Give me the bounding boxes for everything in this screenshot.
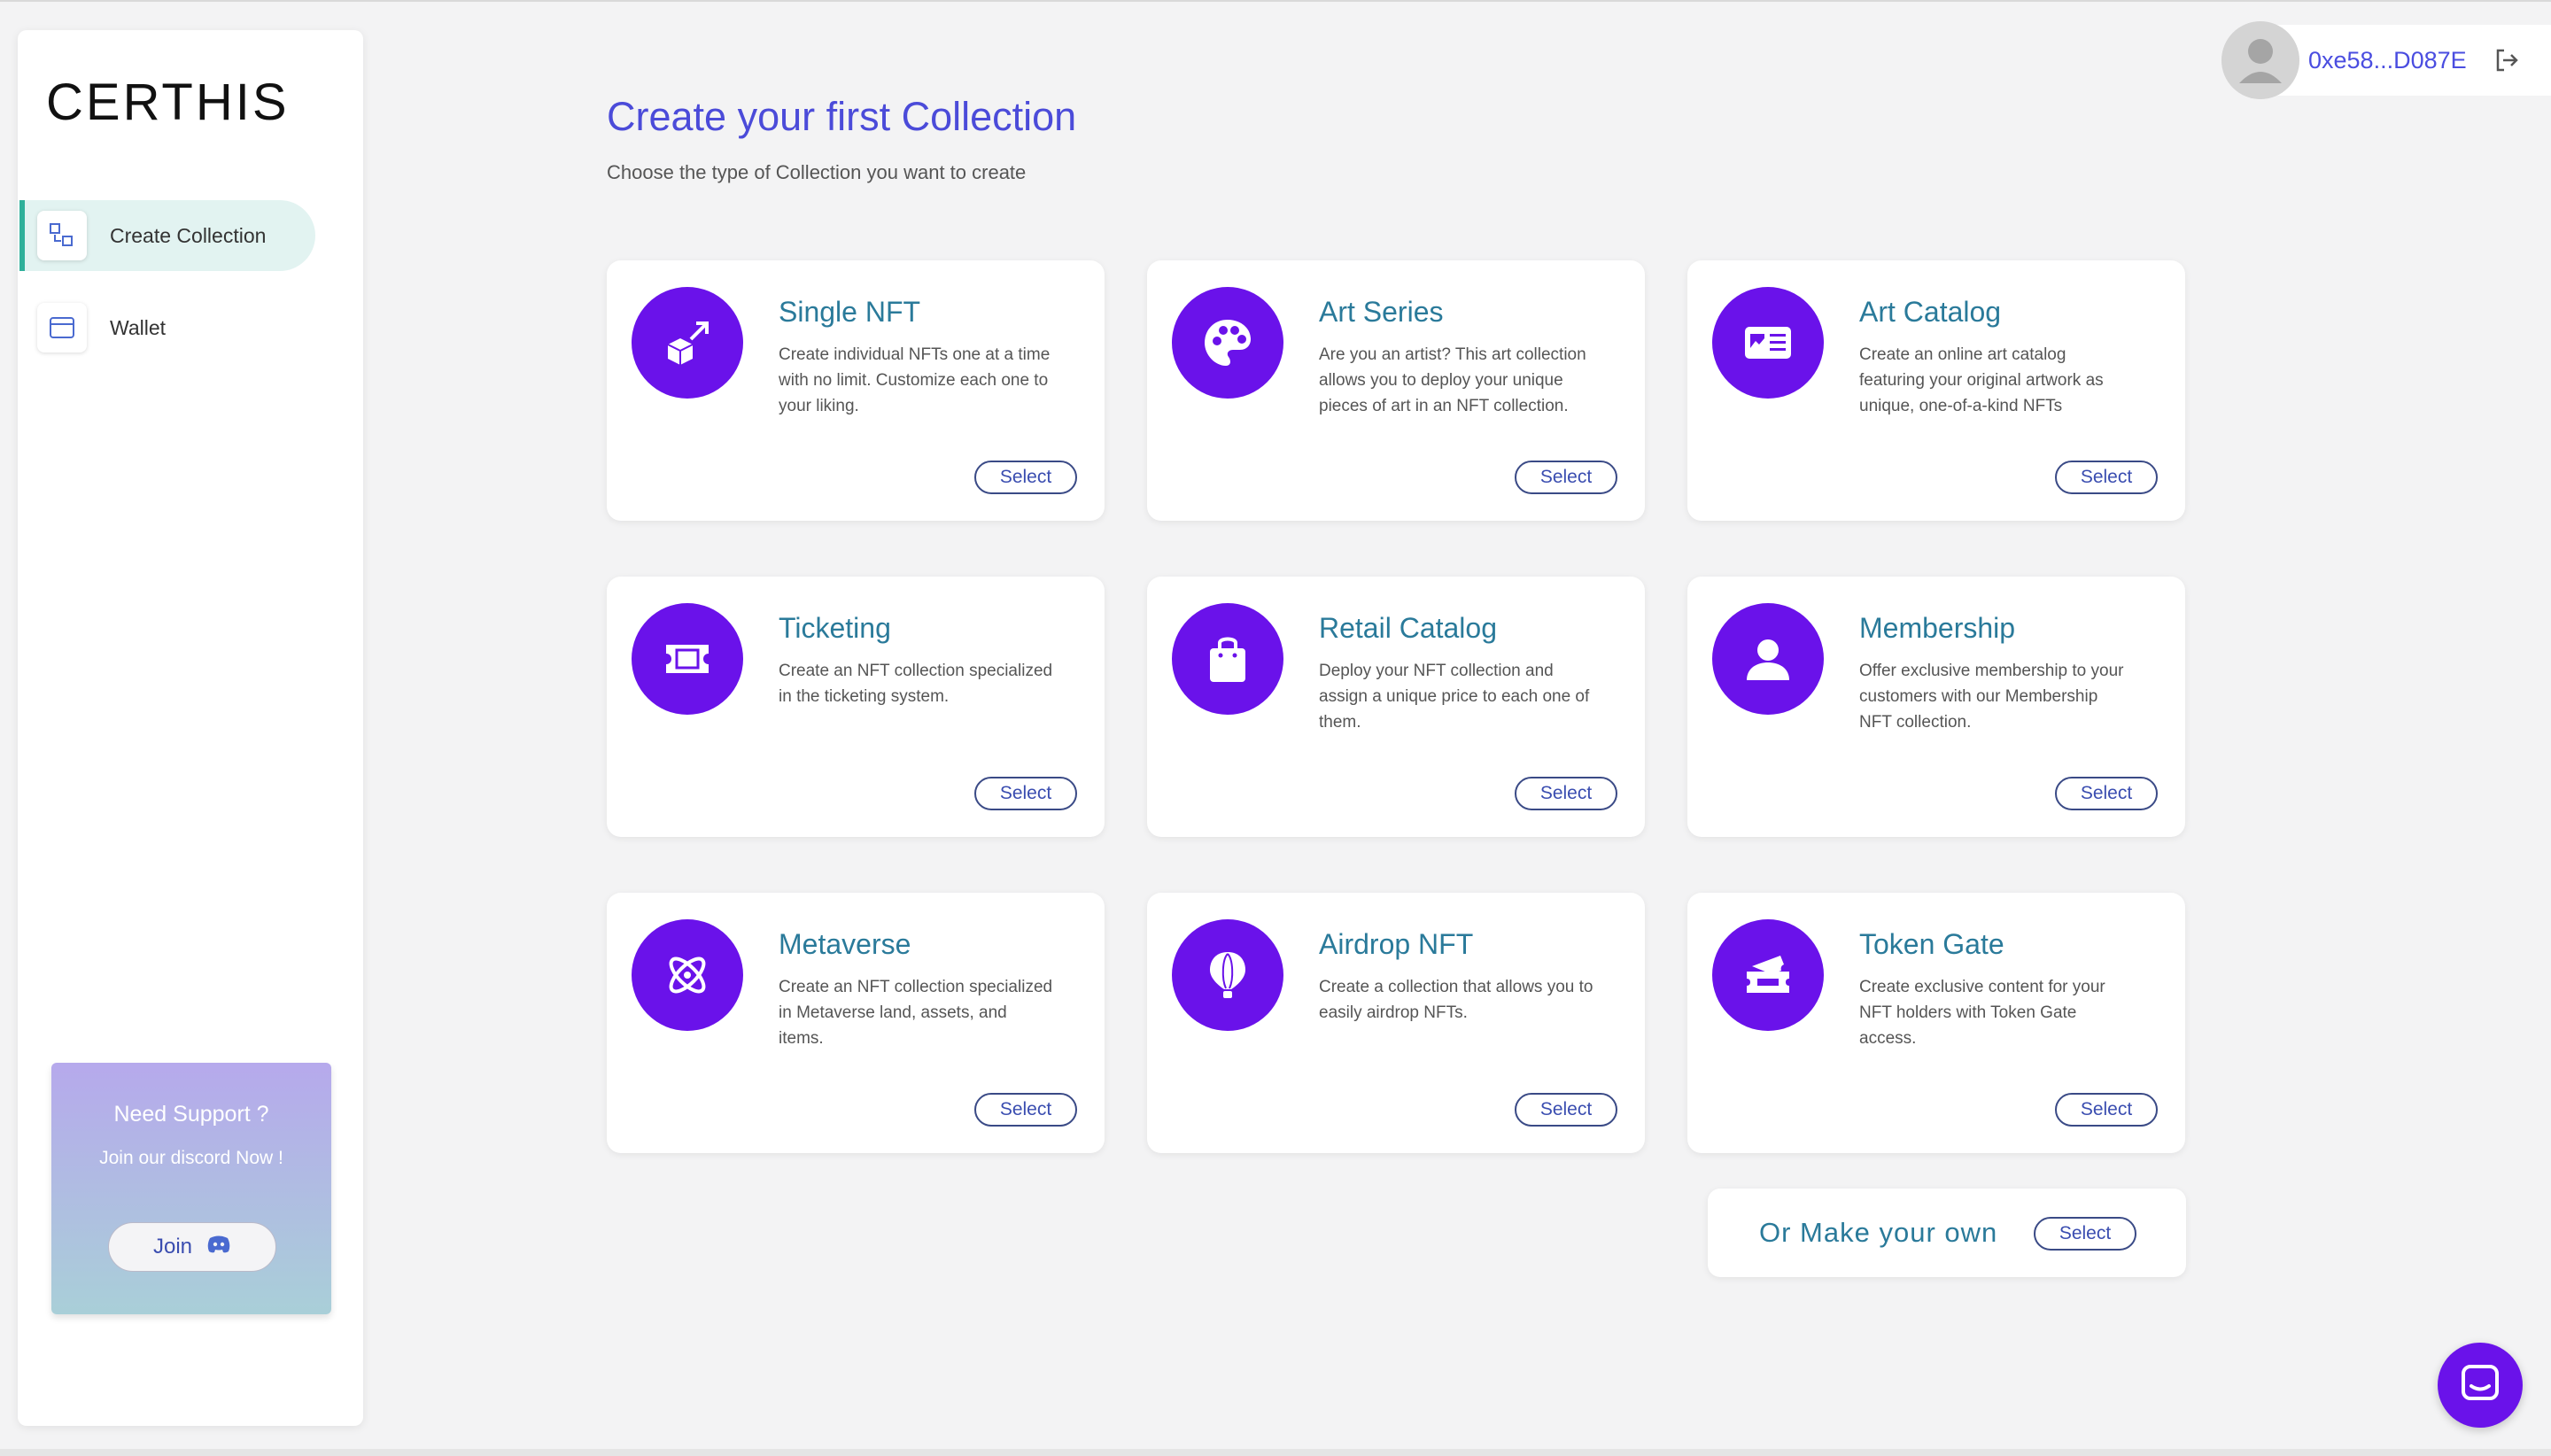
catalog-card-icon [1712,287,1824,399]
select-button[interactable]: Select [974,777,1077,810]
collection-card-retail-catalog: Retail Catalog Deploy your NFT collectio… [1147,577,1645,837]
collection-icon [37,211,87,260]
select-button[interactable]: Select [2034,1217,2136,1251]
make-your-own-card: Or Make your own Select [1708,1189,2186,1277]
card-description: Deploy your NFT collection and assign a … [1319,662,1590,732]
certhis-logo[interactable]: CERTHIS [46,71,290,133]
card-title: Art Catalog [1859,296,2002,328]
select-button[interactable]: Select [2055,1093,2158,1127]
avatar[interactable] [2221,21,2299,99]
make-your-own-label: Or Make your own [1759,1217,1998,1248]
select-button[interactable]: Select [1515,777,1617,810]
card-description: Create a collection that allows you to e… [1319,978,1593,1022]
page-subtitle: Choose the type of Collection you want t… [607,161,1027,183]
collection-card-single-nft: Single NFT Create individual NFTs one at… [607,260,1105,521]
card-description: Create exclusive content for your NFT ho… [1859,978,2105,1048]
card-description: Create individual NFTs one at a time wit… [779,345,1051,415]
sidebar-item-label: Wallet [110,315,167,339]
card-description: Create an online art catalog featuring y… [1859,345,2104,415]
cube-arrow-icon [632,287,743,399]
user-icon [1712,603,1824,715]
card-title: Single NFT [779,296,921,328]
sidebar-item-create-collection[interactable]: Create Collection [19,200,315,271]
select-button[interactable]: Select [974,461,1077,494]
bottom-divider [0,1449,2551,1456]
collection-card-art-series: Art Series Are you an artist? This art c… [1147,260,1645,521]
select-button[interactable]: Select [2055,461,2158,494]
select-button[interactable]: Select [974,1093,1077,1127]
sidebar-item-label: Create Collection [110,223,267,247]
collection-card-art-catalog: Art Catalog Create an online art catalog… [1687,260,2185,521]
card-title: Token Gate [1859,928,2004,960]
collection-card-membership: Membership Offer exclusive membership to… [1687,577,2185,837]
collection-card-token-gate: Token Gate Create exclusive content for … [1687,893,2185,1153]
wallet-address[interactable]: 0xe58...D087E [2308,47,2467,74]
card-title: Retail Catalog [1319,612,1497,644]
select-button[interactable]: Select [1515,1093,1617,1127]
card-description: Are you an artist? This art collection a… [1319,345,1586,415]
palette-icon [1172,287,1283,399]
logout-icon[interactable] [2493,47,2520,74]
card-title: Membership [1859,612,2016,644]
support-panel: Need Support ? Join our discord Now ! Jo… [51,1063,331,1314]
shopping-bag-icon [1172,603,1283,715]
collection-card-airdrop-nft: Airdrop NFT Create a collection that all… [1147,893,1645,1153]
card-description: Offer exclusive membership to your custo… [1859,662,2124,732]
card-title: Airdrop NFT [1319,928,1474,960]
tickets-icon [1712,919,1824,1031]
join-discord-button[interactable]: Join [108,1222,276,1272]
hot-air-balloon-icon [1172,919,1283,1031]
chat-icon [2460,1363,2501,1408]
atom-icon [632,919,743,1031]
collection-card-ticketing: Ticketing Create an NFT collection speci… [607,577,1105,837]
support-subtitle: Join our discord Now ! [99,1148,283,1168]
wallet-icon [37,303,87,352]
ticket-icon [632,603,743,715]
support-title: Need Support ? [113,1102,269,1127]
card-description: Create an NFT collection specialized in … [779,978,1053,1048]
select-button[interactable]: Select [2055,777,2158,810]
page-title: Create your first Collection [607,94,1077,139]
select-button[interactable]: Select [1515,461,1617,494]
card-title: Art Series [1319,296,1444,328]
card-description: Create an NFT collection specialized in … [779,662,1053,706]
collection-card-metaverse: Metaverse Create an NFT collection speci… [607,893,1105,1153]
join-label: Join [152,1235,193,1259]
card-title: Metaverse [779,928,911,960]
top-divider [0,0,2551,2]
sidebar: CERTHIS Create Collection Wallet Need Su… [18,30,363,1426]
chat-support-button[interactable] [2438,1343,2523,1428]
card-title: Ticketing [779,612,891,644]
account-header: 0xe58...D087E [2221,21,2551,99]
sidebar-item-wallet[interactable]: Wallet [19,292,315,363]
discord-icon [206,1235,231,1260]
